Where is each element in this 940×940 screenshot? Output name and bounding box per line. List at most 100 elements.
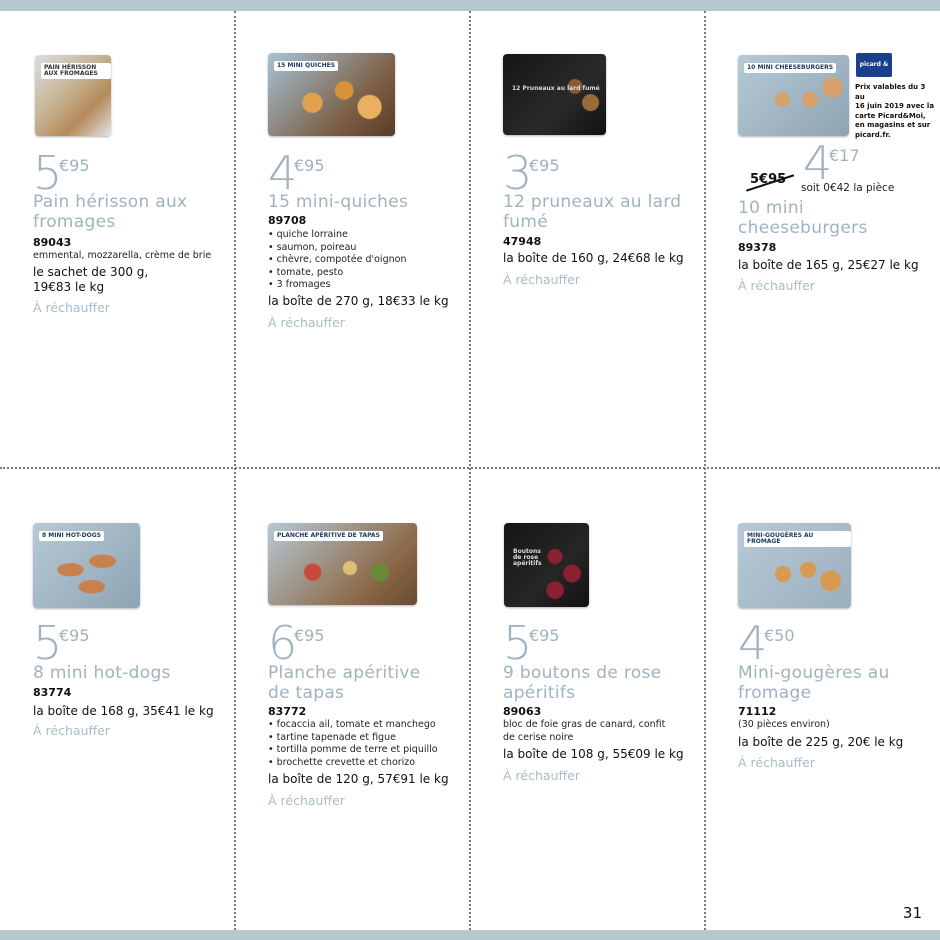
product-ref: 89378 [738, 241, 777, 254]
product-description-list: • focaccia ail, tomate et manchego • tar… [268, 719, 468, 769]
product-title: 8 mini hot-dogs [33, 663, 171, 683]
product-weight: la boîte de 168 g, 35€41 le kg [33, 704, 214, 718]
product-weight: la boîte de 160 g, 24€68 le kg [503, 251, 684, 265]
price-cents: €95 [529, 626, 560, 645]
list-item: bloc de foie gras de canard, confit [503, 719, 666, 730]
unit-price: soit 0€42 la pièce [801, 182, 895, 194]
price-integer: 5 [503, 616, 532, 670]
price-cents: €95 [59, 156, 90, 175]
product-title: Pain hérisson aux fromages [33, 192, 188, 232]
top-band [0, 0, 940, 11]
product-title: Mini-gougères au fromage [738, 663, 890, 703]
list-item: • 3 fromages [268, 279, 331, 290]
pack-label: PLANCHE APÉRITIVE DE TAPAS [274, 531, 383, 541]
list-item: • saumon, poireau [268, 241, 357, 253]
list-item: • tartine tapenade et figue [268, 731, 396, 743]
product-weight: la boîte de 165 g, 25€27 le kg [738, 258, 919, 272]
list-item: de cerise noire [503, 731, 574, 743]
list-item: • tortilla pomme de terre et piquillo [268, 744, 438, 755]
product-weight: la boîte de 225 g, 20€ le kg [738, 735, 904, 749]
list-item: • focaccia ail, tomate et manchego [268, 719, 436, 730]
product-price-per-kg: 19€83 le kg [33, 280, 105, 294]
product-weight: la boîte de 270 g, 18€33 le kg [268, 294, 449, 308]
product-title: 15 mini-quiches [268, 192, 409, 212]
product-weight: la boîte de 120 g, 57€91 le kg [268, 772, 449, 786]
product-ref: 83774 [33, 686, 72, 699]
column-divider [469, 11, 471, 930]
promo-conditions: Prix valables du 3 au 16 juin 2019 avec … [855, 83, 935, 140]
product-description-list: bloc de foie gras de canard, confit de c… [503, 719, 703, 744]
product-image-pain-herisson: PAIN HÉRISSON AUX FROMAGES [35, 55, 111, 136]
product-ref: 89063 [503, 705, 542, 718]
promo-line: en magasins et sur [855, 121, 931, 129]
price: 5 €95 [503, 620, 560, 666]
picard-moi-logo: picard & moi [856, 53, 892, 92]
price: 4 €17 [803, 140, 860, 186]
row-divider [0, 467, 940, 469]
reheat-note: À réchauffer [33, 300, 110, 315]
product-title: 9 boutons de rose apéritifs [503, 663, 662, 703]
pack-label: 12 Pruneaux au lard fumé [512, 85, 600, 92]
product-image-pruneaux: 12 Pruneaux au lard fumé [503, 54, 606, 135]
product-ref: 71112 [738, 705, 777, 718]
column-divider [234, 11, 236, 930]
product-image-tapas: PLANCHE APÉRITIVE DE TAPAS [268, 523, 417, 605]
price-integer: 5 [33, 616, 62, 670]
price-cents: €95 [529, 156, 560, 175]
reheat-note: À réchauffer [738, 755, 815, 770]
price-cents: €95 [294, 156, 325, 175]
product-image-cheeseburgers: 10 MINI CHEESEBURGERS [738, 55, 849, 136]
product-weight: la boîte de 108 g, 55€09 le kg [503, 747, 684, 761]
list-item: • quiche lorraine [268, 229, 348, 240]
product-image-gougeres: MINI-GOUGÈRES AU FROMAGE [738, 523, 851, 608]
price: 5 €95 [33, 150, 90, 196]
price: 5 €95 [33, 620, 90, 666]
list-item: • chèvre, compotée d'oignon [268, 254, 407, 265]
product-description-list: • quiche lorraine • saumon, poireau • ch… [268, 229, 468, 292]
product-image-hot-dogs: 8 MINI HOT-DOGS [33, 523, 140, 608]
promo-line: 16 juin 2019 avec la [855, 102, 935, 110]
reheat-note: À réchauffer [33, 723, 110, 738]
price-integer: 4 [738, 616, 767, 670]
list-item: • brochette crevette et chorizo [268, 756, 416, 768]
price-cents: €50 [764, 626, 795, 645]
price: 4 €50 [738, 620, 795, 666]
price-cents: €95 [59, 626, 90, 645]
pack-label: PAIN HÉRISSON AUX FROMAGES [41, 63, 111, 79]
product-image-mini-quiches: 15 MINI QUICHES [268, 53, 395, 136]
list-item: • tomate, pesto [268, 266, 344, 278]
product-ref: 47948 [503, 235, 542, 248]
product-title: Planche apéritive de tapas [268, 663, 421, 703]
product-weight: le sachet de 300 g, [33, 265, 149, 279]
product-image-boutons-de-rose: Boutons de rose apéritifs [504, 523, 589, 607]
price-integer: 6 [268, 616, 297, 670]
column-divider [704, 11, 706, 930]
price: 3 €95 [503, 150, 560, 196]
reheat-note: À réchauffer [503, 768, 580, 783]
product-description: (30 pièces environ) [738, 719, 830, 730]
product-ref: 83772 [268, 705, 307, 718]
product-ref: 89043 [33, 236, 72, 249]
pack-label: MINI-GOUGÈRES AU FROMAGE [744, 531, 851, 547]
pack-label: 10 MINI CHEESEBURGERS [744, 63, 837, 73]
pack-label: 15 MINI QUICHES [274, 61, 339, 71]
reheat-note: À réchauffer [268, 793, 345, 808]
page-number: 31 [902, 904, 922, 922]
reheat-note: À réchauffer [503, 272, 580, 287]
price: 6 €95 [268, 620, 325, 666]
bottom-band [0, 930, 940, 940]
reheat-note: À réchauffer [738, 278, 815, 293]
product-title: 10 mini cheeseburgers [738, 198, 868, 238]
pack-label: Boutons de rose apéritifs [513, 548, 542, 567]
promo-line: carte Picard&Moi, [855, 111, 926, 120]
product-title: 12 pruneaux au lard fumé [503, 192, 682, 232]
promo-line: picard.fr. [855, 130, 891, 139]
price-cents: €95 [294, 626, 325, 645]
pack-label: 8 MINI HOT-DOGS [39, 531, 104, 541]
product-ref: 89708 [268, 214, 307, 227]
reheat-note: À réchauffer [268, 315, 345, 330]
promo-line: Prix valables du 3 au [855, 83, 926, 101]
price: 4 €95 [268, 150, 325, 196]
price-cents: €17 [829, 146, 860, 165]
product-description: emmental, mozzarella, crème de brie [33, 250, 212, 261]
